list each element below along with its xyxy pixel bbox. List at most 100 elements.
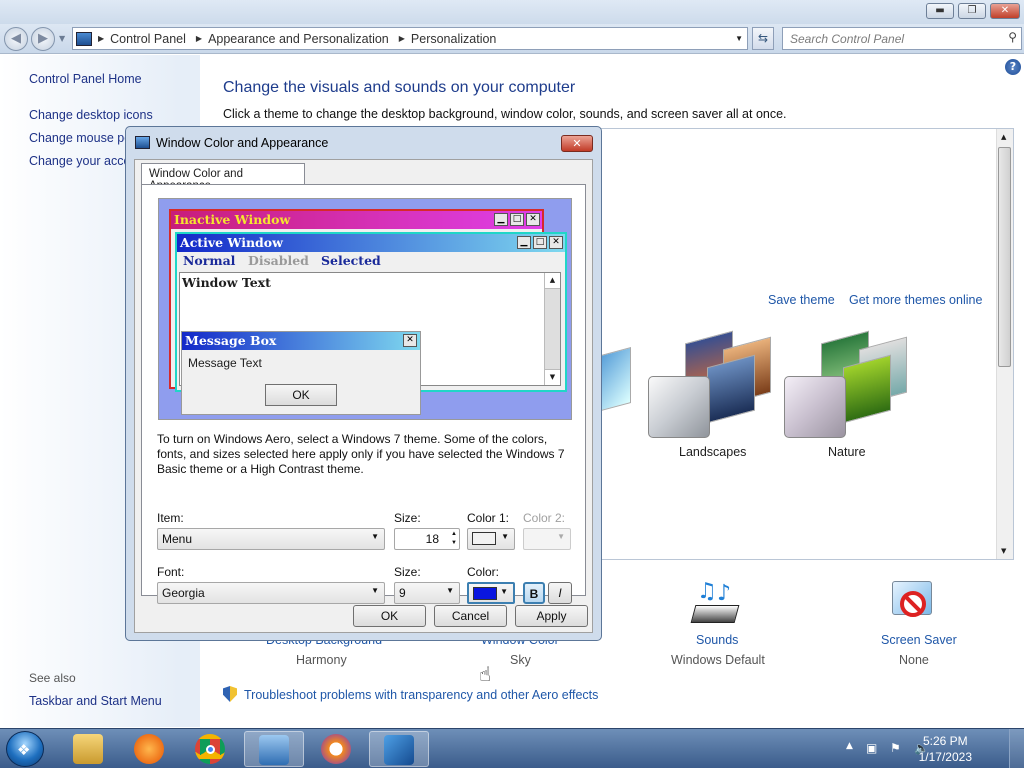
windows-logo-icon: ❖ (17, 741, 31, 759)
tab-window-color-appearance[interactable]: Window Color and Appearance (141, 163, 305, 192)
change-desktop-icons-link[interactable]: Change desktop icons (29, 108, 153, 122)
save-theme-link[interactable]: Save theme (768, 293, 835, 307)
taskbar-explorer[interactable] (59, 731, 119, 767)
color1-swatch (472, 532, 496, 545)
minimize-icon: ▁ (517, 236, 531, 249)
close-icon: ✕ (572, 137, 582, 150)
change-account-picture-link[interactable]: Change your acco (29, 154, 130, 168)
font-color-picker[interactable]: ▼ (467, 582, 515, 604)
taskbar-start-menu-link[interactable]: Taskbar and Start Menu (29, 694, 162, 708)
forward-arrow-icon: ▶ (38, 31, 48, 46)
theme-list-scrollbar[interactable]: ▲ ▼ (996, 129, 1013, 559)
dialog-app-icon (135, 136, 150, 149)
scroll-down-icon[interactable]: ▼ (1001, 547, 1006, 555)
navigation-bar: ◀ ▶ ▼ ▶ Control Panel ▶ Appearance and P… (0, 24, 1024, 54)
screen-saver-link[interactable]: Screen Saver (881, 633, 957, 647)
chrome-icon (195, 734, 225, 764)
show-hidden-icons-icon[interactable]: ▲ (846, 741, 853, 751)
color1-picker[interactable]: ▼ (467, 528, 515, 550)
control-panel-icon (76, 31, 92, 46)
search-input[interactable]: Search Control Panel ⚲ (782, 27, 1022, 50)
sounds-link[interactable]: Sounds (696, 633, 738, 647)
theme-thumbnail-partial[interactable] (601, 346, 631, 412)
minimize-button[interactable]: ▬ (926, 3, 954, 19)
dialog-title: Window Color and Appearance (156, 136, 329, 150)
help-icon[interactable]: ? (1005, 59, 1021, 75)
ok-button[interactable]: OK (353, 605, 426, 627)
taskbar-app[interactable] (307, 731, 367, 767)
nature-theme-thumbnail[interactable] (784, 376, 846, 438)
maximize-button[interactable]: ❐ (958, 3, 986, 19)
back-button[interactable]: ◀ (4, 27, 28, 51)
breadcrumb-appearance[interactable]: Appearance and Personalization (208, 32, 389, 46)
bold-toggle[interactable]: B (523, 582, 545, 604)
font-color-label: Color: (467, 565, 500, 579)
breadcrumb-personalization[interactable]: Personalization (411, 32, 496, 46)
forward-button[interactable]: ▶ (31, 27, 55, 51)
clock-time: 5:26 PM (922, 734, 968, 748)
nature-deck-image (843, 354, 891, 424)
item-size-stepper[interactable]: 18 ▲ ▼ (394, 528, 460, 550)
scroll-up-icon[interactable]: ▲ (1001, 133, 1006, 141)
network-icon[interactable]: ▣ (866, 741, 877, 755)
font-select[interactable]: Georgia ▼ (157, 582, 385, 604)
landscapes-theme-label[interactable]: Landscapes (679, 445, 746, 459)
address-dropdown-icon[interactable]: ▼ (735, 34, 743, 43)
item-select[interactable]: Menu ▼ (157, 528, 385, 550)
italic-toggle[interactable]: I (548, 582, 572, 604)
close-icon: ✕ (549, 236, 563, 249)
close-icon: ✕ (403, 334, 417, 347)
font-size-select[interactable]: 9 ▼ (394, 582, 460, 604)
message-box-title: Message Box (182, 332, 420, 350)
screen-saver-icon[interactable] (888, 579, 936, 627)
maximize-icon: □ (533, 236, 547, 249)
window-text: Window Text (182, 275, 271, 290)
start-button[interactable]: ❖ (6, 731, 44, 767)
appearance-preview[interactable]: Inactive Window ▁ □ ✕ Active Window ▁ □ … (158, 198, 572, 420)
dropdown-arrow-icon: ▼ (371, 532, 379, 541)
taskbar-window-color[interactable] (369, 731, 429, 767)
preview-menu-bar: Normal Disabled Selected (177, 252, 565, 270)
action-center-flag-icon[interactable]: ⚑ (890, 741, 901, 755)
sounds-icon[interactable]: ♫ ♪ (690, 579, 740, 627)
recent-pages-chevron-icon[interactable]: ▼ (59, 34, 65, 43)
address-bar[interactable]: ▶ Control Panel ▶ Appearance and Persona… (72, 27, 748, 50)
cancel-button[interactable]: Cancel (434, 605, 507, 627)
refresh-button[interactable]: ⇆ (752, 27, 774, 50)
color1-label: Color 1: (467, 511, 510, 525)
taskbar-chrome[interactable] (181, 731, 241, 767)
scrollbar-thumb[interactable] (998, 147, 1011, 367)
system-clock[interactable]: 5:26 PM 1/17/2023 (919, 733, 972, 765)
landscapes-theme-thumbnail[interactable] (648, 376, 710, 438)
menu-disabled: Disabled (248, 253, 309, 268)
folder-icon (73, 734, 103, 764)
breadcrumb-separator-icon: ▶ (98, 34, 105, 43)
dialog-close-button[interactable]: ✕ (561, 135, 593, 152)
nature-theme-label[interactable]: Nature (828, 445, 866, 459)
control-panel-home-link[interactable]: Control Panel Home (29, 72, 142, 86)
restore-icon: ❐ (967, 5, 977, 16)
menu-normal: Normal (183, 253, 236, 268)
preview-scrollbar: ▲ ▼ (544, 273, 560, 385)
change-mouse-pointers-link[interactable]: Change mouse po (29, 131, 131, 145)
minimize-icon: ▁ (494, 213, 508, 226)
item-select-value: Menu (162, 532, 193, 546)
show-desktop-button[interactable] (1009, 729, 1024, 768)
apply-button[interactable]: Apply (515, 605, 588, 627)
taskbar: ❖ ▲ ▣ ⚑ 🔈 5:26 PM 1/17/2023 (0, 728, 1024, 768)
taskbar-control-panel[interactable] (244, 731, 304, 767)
clock-date: 1/17/2023 (918, 750, 972, 764)
get-more-themes-link[interactable]: Get more themes online (849, 293, 982, 307)
minimize-icon: ▬ (935, 5, 945, 16)
dialog-client-area: Window Color and Appearance Inactive Win… (134, 159, 593, 633)
menu-selected: Selected (321, 253, 381, 268)
breadcrumb-control-panel[interactable]: Control Panel (110, 32, 186, 46)
close-button[interactable]: ✕ (990, 3, 1020, 19)
inactive-window-title: Inactive Window (171, 211, 542, 229)
landscapes-deck-image (707, 354, 755, 424)
troubleshoot-aero-link[interactable]: Troubleshoot problems with transparency … (244, 688, 598, 702)
stepper-arrows-icon[interactable]: ▲ ▼ (451, 530, 457, 548)
preview-message-box[interactable]: Message Box ✕ Message Text OK (181, 331, 421, 415)
taskbar-media-player[interactable] (120, 731, 180, 767)
see-also-heading: See also (29, 671, 76, 685)
